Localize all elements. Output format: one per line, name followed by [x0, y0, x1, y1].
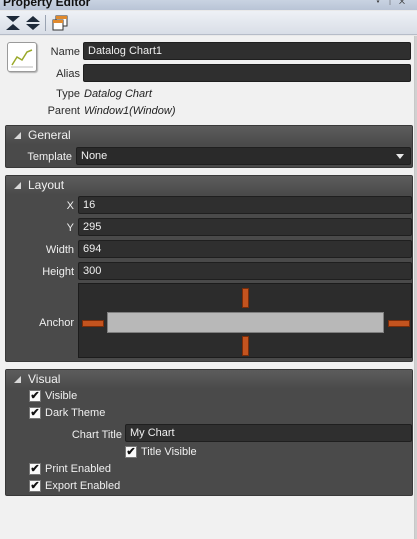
type-label: Type	[56, 88, 80, 100]
alias-field[interactable]	[83, 64, 411, 82]
parent-value: Window1(Window)	[84, 105, 176, 117]
template-select[interactable]: None	[76, 147, 411, 165]
expand-all-button[interactable]	[24, 14, 42, 32]
chart-title-label: Chart Title	[71, 429, 122, 441]
print-enabled-checkbox[interactable]: ✔	[29, 463, 41, 475]
title-visible-label: Title Visible	[141, 446, 197, 458]
window-controls: ▾ᛘ✕	[375, 0, 411, 7]
visual-group-title: Visual	[28, 372, 61, 386]
anchor-left-handle[interactable]	[82, 320, 104, 327]
x-label: X	[66, 200, 74, 212]
width-field[interactable]: 694	[78, 240, 412, 258]
dark-theme-checkbox[interactable]: ✔	[29, 407, 41, 419]
pin-dropdown-icon[interactable]: ▾	[375, 0, 387, 7]
collapse-triangle-icon	[14, 132, 21, 139]
general-group: General Template None	[5, 125, 413, 168]
anchor-bottom-handle[interactable]	[242, 336, 249, 356]
pin-icon[interactable]: ᛘ	[387, 0, 399, 7]
width-label: Width	[45, 244, 74, 256]
title-visible-checkbox[interactable]: ✔	[125, 446, 137, 458]
y-field[interactable]: 295	[78, 218, 412, 236]
visual-group: Visual ✔ Visible ✔ Dark Theme Chart Titl…	[5, 369, 413, 496]
general-group-header[interactable]: General	[6, 126, 412, 145]
expand-all-icon	[26, 16, 40, 30]
window-icon	[52, 15, 68, 31]
anchor-label: Anchor	[39, 317, 74, 329]
window-titlebar: Property Editor ▾ᛘ✕	[0, 0, 417, 10]
visual-group-header[interactable]: Visual	[6, 370, 412, 389]
export-enabled-label: Export Enabled	[45, 480, 121, 492]
chart-icon	[7, 42, 37, 72]
anchor-preview-bar	[107, 312, 384, 333]
print-enabled-label: Print Enabled	[45, 463, 112, 475]
close-icon[interactable]: ✕	[399, 0, 411, 7]
y-label: Y	[66, 222, 74, 234]
window-title: Property Editor	[3, 0, 91, 9]
toolbar	[0, 11, 417, 35]
template-label: Template	[27, 151, 72, 163]
open-window-button[interactable]	[51, 14, 69, 32]
collapse-all-icon	[6, 16, 20, 30]
height-field[interactable]: 300	[78, 262, 412, 280]
alias-label: Alias	[56, 68, 80, 80]
export-enabled-checkbox[interactable]: ✔	[29, 480, 41, 492]
template-select-value: None	[81, 150, 108, 162]
layout-group-title: Layout	[28, 178, 65, 192]
type-value: Datalog Chart	[84, 88, 152, 100]
x-field[interactable]: 16	[78, 196, 412, 214]
dark-theme-label: Dark Theme	[45, 407, 106, 419]
visible-checkbox[interactable]: ✔	[29, 390, 41, 402]
general-group-title: General	[28, 128, 71, 142]
collapse-triangle-icon	[14, 182, 21, 189]
anchor-top-handle[interactable]	[242, 288, 249, 308]
chevron-down-icon	[396, 154, 404, 159]
layout-group-header[interactable]: Layout	[6, 176, 412, 195]
layout-group: Layout X 16 Y 295 Width 694 Height 300 A…	[5, 175, 413, 362]
visible-label: Visible	[45, 390, 78, 402]
collapse-all-button[interactable]	[4, 14, 22, 32]
parent-label: Parent	[47, 105, 80, 117]
anchor-editor	[78, 283, 412, 358]
name-label: Name	[50, 46, 80, 58]
name-field[interactable]: Datalog Chart1	[83, 42, 411, 60]
height-label: Height	[42, 266, 74, 278]
collapse-triangle-icon	[14, 376, 21, 383]
anchor-right-handle[interactable]	[388, 320, 410, 327]
toolbar-separator	[45, 15, 46, 31]
chart-title-field[interactable]: My Chart	[125, 424, 412, 442]
